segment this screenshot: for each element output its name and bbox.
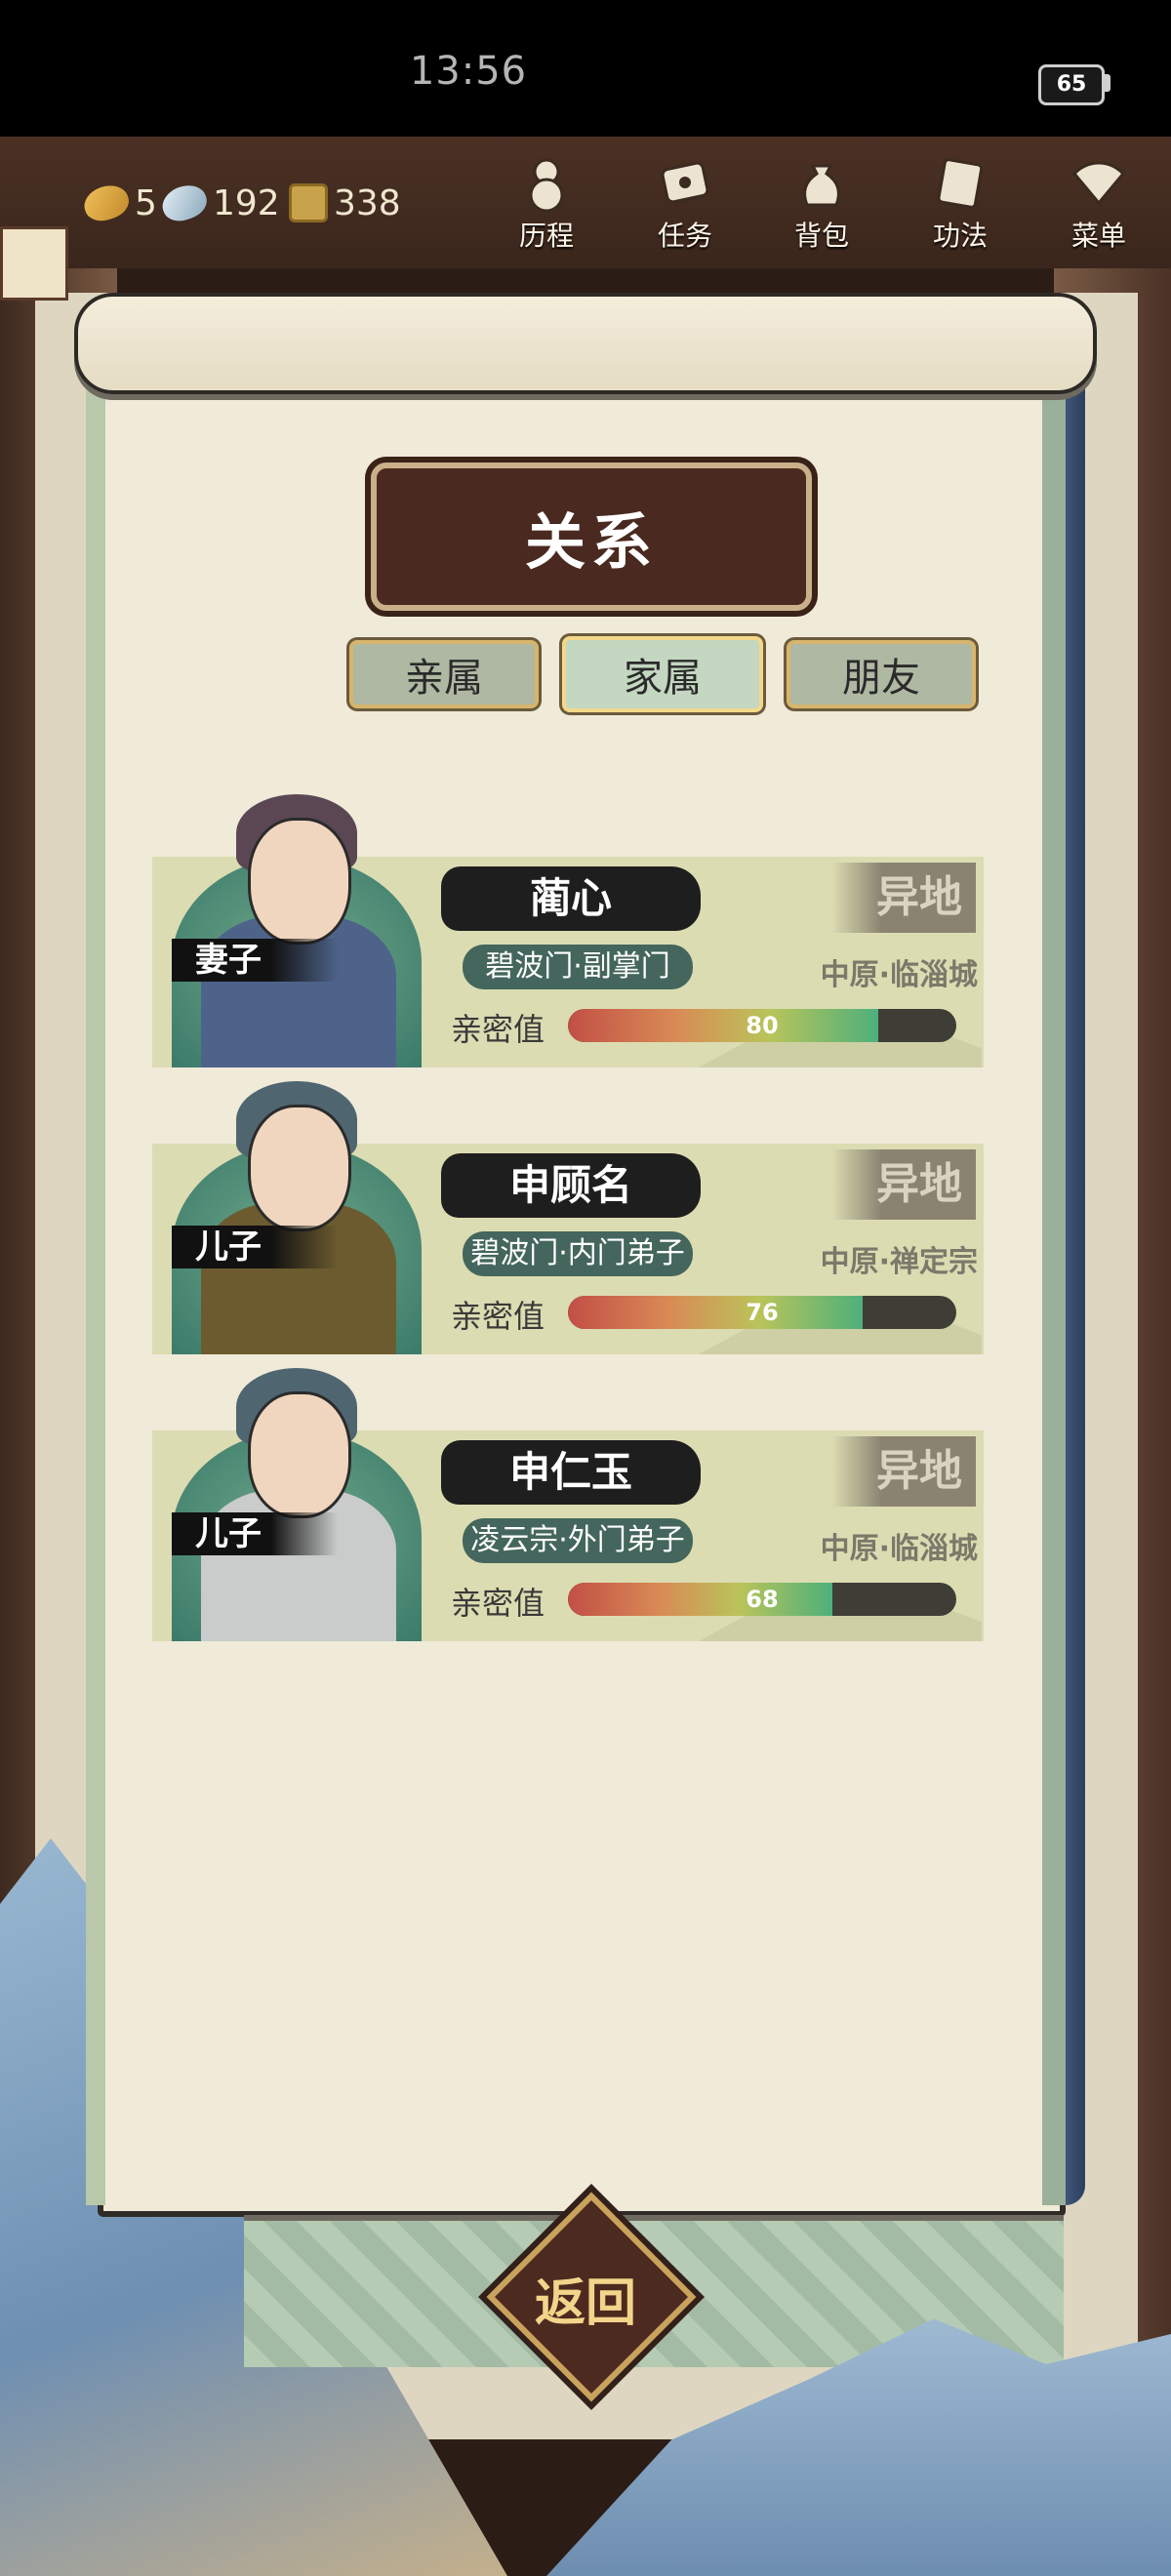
character-portrait: 儿子: [172, 1362, 422, 1641]
clock: 13:56: [409, 49, 528, 94]
relation-tag: 儿子: [172, 1512, 338, 1555]
resource-leaf: 5: [79, 176, 157, 230]
tab-friends[interactable]: 朋友: [787, 640, 976, 708]
tab-relatives[interactable]: 亲属: [349, 640, 539, 708]
bookmark-icon[interactable]: [0, 226, 68, 301]
menu-fan-icon: [1069, 152, 1129, 213]
resource-feather-value: 192: [213, 182, 280, 223]
tasks-scroll-icon: [655, 152, 715, 213]
skills-book-icon: [930, 152, 990, 213]
status-badge: 异地: [831, 1436, 976, 1507]
resource-feather: 192: [157, 176, 280, 230]
menu-history-label: 历程: [518, 220, 574, 252]
menu-main-label: 菜单: [1070, 220, 1126, 252]
intimacy-bar: 80: [568, 1009, 956, 1042]
back-button-label[interactable]: 返回: [507, 2262, 664, 2335]
character-card[interactable]: 儿子 申顾名 碧波门·内门弟子 亲密值 76 异地 中原·禅定宗: [152, 1081, 984, 1354]
character-name: 申顾名: [441, 1153, 701, 1218]
character-card[interactable]: 妻子 蔺心 碧波门·副掌门 亲密值 80 异地 中原·临淄城: [152, 794, 984, 1067]
status-badge: 异地: [831, 1149, 976, 1220]
intimacy-value: 76: [746, 1299, 779, 1326]
resource-leaf-value: 5: [135, 182, 157, 223]
tab-family[interactable]: 家属: [562, 636, 763, 712]
coin-currency-icon: [289, 183, 328, 222]
intimacy-label: 亲密值: [451, 1298, 545, 1335]
sect-title: 碧波门·内门弟子: [463, 1231, 693, 1276]
panel-title: 关系: [371, 463, 812, 611]
relation-tag: 妻子: [172, 939, 338, 982]
character-portrait: 妻子: [172, 788, 422, 1067]
location-label: 中原·临淄城: [820, 958, 978, 992]
menu-skills-button[interactable]: 功法: [902, 146, 1019, 254]
resource-coin: 338: [289, 176, 401, 230]
history-gourd-icon: [516, 152, 577, 213]
menu-bag-button[interactable]: 背包: [763, 146, 880, 254]
menu-tasks-button[interactable]: 任务: [626, 146, 744, 254]
intimacy-label: 亲密值: [451, 1011, 545, 1048]
feather-currency-icon: [157, 180, 212, 226]
location-label: 中原·禅定宗: [820, 1245, 978, 1279]
character-name: 蔺心: [441, 866, 701, 931]
intimacy-bar: 68: [568, 1583, 956, 1616]
menu-bag-label: 背包: [793, 220, 849, 252]
relation-tag: 儿子: [172, 1226, 338, 1268]
intimacy-label: 亲密值: [451, 1585, 545, 1622]
intimacy-bar: 76: [568, 1296, 956, 1329]
location-label: 中原·临淄城: [820, 1532, 978, 1566]
intimacy-value: 68: [746, 1586, 779, 1613]
status-badge: 异地: [831, 863, 976, 933]
menu-skills-label: 功法: [932, 220, 988, 252]
sect-title: 凌云宗·外门弟子: [463, 1518, 693, 1563]
battery-tip: [1105, 74, 1110, 92]
character-card[interactable]: 儿子 申仁玉 凌云宗·外门弟子 亲密值 68 异地 中原·临淄城: [152, 1368, 984, 1641]
intimacy-value: 80: [746, 1012, 779, 1039]
character-portrait: 儿子: [172, 1075, 422, 1354]
menu-main-button[interactable]: 菜单: [1040, 146, 1157, 254]
scroll-roller: [74, 293, 1097, 394]
leaf-currency-icon: [79, 180, 134, 226]
battery-icon: 65: [1038, 64, 1105, 105]
character-name: 申仁玉: [441, 1440, 701, 1505]
bag-icon: [791, 152, 852, 213]
menu-history-button[interactable]: 历程: [488, 146, 605, 254]
sect-title: 碧波门·副掌门: [463, 945, 693, 989]
menu-tasks-label: 任务: [657, 220, 712, 252]
resource-coin-value: 338: [334, 182, 401, 223]
